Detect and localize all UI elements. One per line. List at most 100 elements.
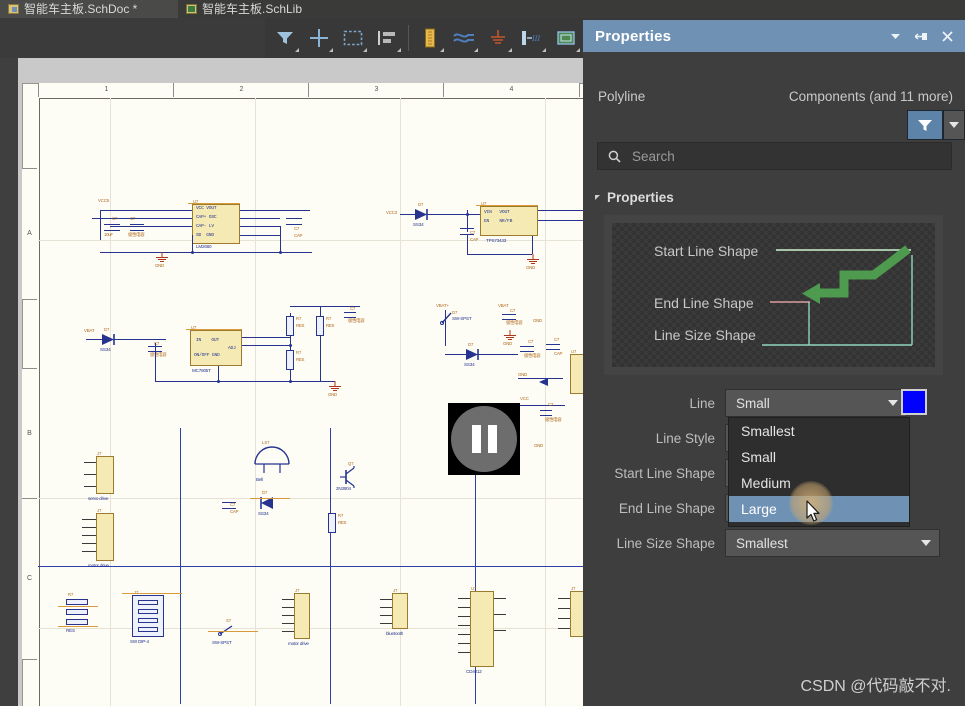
capacitor-plate bbox=[130, 224, 144, 225]
component-outline bbox=[476, 205, 538, 206]
capacitor-plate bbox=[502, 314, 516, 315]
capacitor-plate bbox=[540, 410, 552, 411]
net-label: GND bbox=[503, 341, 512, 346]
component-value: RES bbox=[296, 323, 305, 328]
tab-schlib[interactable]: 智能车主板.SchLib bbox=[178, 0, 338, 18]
component-value: 10uF bbox=[104, 232, 113, 237]
line-size-shape-combo[interactable]: Smallest bbox=[725, 529, 940, 557]
grid-line bbox=[255, 98, 256, 706]
dropdown-option-smallest[interactable]: Smallest bbox=[729, 418, 909, 444]
pin-wire bbox=[282, 623, 294, 624]
dropdown-option-small[interactable]: Small bbox=[729, 444, 909, 470]
place-gnd-tool-button[interactable] bbox=[481, 21, 515, 55]
dropdown-menu-icon[interactable] bbox=[890, 32, 901, 40]
filter-button[interactable] bbox=[907, 110, 943, 140]
pin-wire bbox=[282, 607, 294, 608]
filter-tool-button[interactable] bbox=[268, 21, 302, 55]
resistor-body bbox=[66, 619, 88, 625]
wire bbox=[467, 234, 468, 254]
wire bbox=[192, 235, 193, 252]
properties-section-header[interactable]: Properties bbox=[595, 190, 674, 205]
pin-wire bbox=[458, 652, 470, 653]
component-value: RES bbox=[326, 323, 335, 328]
pin-wire bbox=[282, 599, 294, 600]
schematic-canvas[interactable]: 1 2 3 4 A B C VCC5 VCC VOUT CAP+ OSC CAP… bbox=[0, 58, 583, 706]
pause-icon bbox=[451, 406, 517, 472]
resistor-body bbox=[286, 350, 294, 370]
pin-wire bbox=[558, 628, 570, 629]
component-name: RES bbox=[66, 628, 75, 633]
shape-preview-container: Start Line Shape End Line Shape Line Siz… bbox=[604, 215, 943, 375]
dipswitch-lever bbox=[138, 609, 158, 614]
search-input[interactable] bbox=[630, 147, 934, 165]
net-label: GND bbox=[518, 372, 527, 377]
line-width-combo[interactable]: Small bbox=[725, 389, 907, 417]
capacitor-plate bbox=[460, 228, 474, 229]
bell-symbol bbox=[253, 444, 291, 479]
component-outline bbox=[188, 203, 240, 204]
collapse-triangle-icon bbox=[595, 195, 600, 200]
pin-wire bbox=[558, 598, 570, 599]
net-label: GND bbox=[534, 443, 543, 448]
dipswitch-lever bbox=[138, 600, 158, 605]
chevron-down-icon bbox=[295, 48, 299, 52]
pin-wire bbox=[82, 535, 96, 536]
place-wire-tool-button[interactable] bbox=[447, 21, 481, 55]
pin-wire bbox=[458, 616, 470, 617]
document-tab-bar: 智能车主板.SchDoc * 智能车主板.SchLib bbox=[0, 0, 965, 18]
crosshair-tool-button[interactable] bbox=[302, 21, 336, 55]
connector-body bbox=[96, 513, 114, 561]
pin-panel-icon[interactable] bbox=[915, 31, 928, 42]
net-label: VCC5 bbox=[98, 198, 109, 203]
component-value: CAP bbox=[470, 237, 479, 242]
gnd-symbol bbox=[328, 381, 342, 391]
wire bbox=[86, 339, 166, 340]
net-label: VCC3 bbox=[386, 210, 397, 215]
component-outline bbox=[208, 631, 258, 632]
component-name: LM2660 bbox=[196, 244, 212, 249]
properties-panel: Properties Polyline Components (and 11 m… bbox=[583, 20, 965, 706]
properties-panel-header: Properties bbox=[583, 20, 965, 52]
chevron-down-icon[interactable] bbox=[913, 530, 939, 556]
component-name: SW DIP-4 bbox=[130, 639, 149, 644]
close-panel-icon[interactable] bbox=[942, 30, 953, 42]
wire bbox=[478, 354, 518, 355]
capacitor-plate bbox=[546, 349, 560, 350]
pin-wire bbox=[84, 474, 96, 475]
filter-dropdown-button[interactable] bbox=[943, 110, 965, 140]
ic-pin-label: VCC VOUT bbox=[196, 206, 217, 211]
gnd-symbol bbox=[526, 254, 540, 264]
component-name: TPS73433 bbox=[486, 238, 507, 243]
component-value: C7 bbox=[554, 337, 560, 342]
component-name: motor drive bbox=[88, 563, 109, 568]
place-sheet-symbol-tool-button[interactable] bbox=[549, 21, 583, 55]
place-wire-icon bbox=[453, 33, 474, 43]
search-box[interactable] bbox=[597, 142, 952, 170]
chevron-down-icon bbox=[363, 48, 367, 52]
net-label: VBAT bbox=[498, 303, 509, 308]
place-net-label-tool-button[interactable]: III bbox=[515, 21, 549, 55]
line-color-swatch[interactable] bbox=[901, 389, 927, 415]
chevron-down-icon bbox=[542, 48, 546, 52]
wire bbox=[100, 210, 101, 240]
capacitor-plate bbox=[540, 415, 552, 416]
chevron-down-icon bbox=[576, 48, 580, 52]
select-area-tool-button[interactable] bbox=[336, 21, 370, 55]
tab-schdoc[interactable]: 智能车主板.SchDoc * bbox=[0, 0, 178, 18]
place-component-tool-button[interactable] bbox=[413, 21, 447, 55]
component-value: 极性电容 bbox=[348, 318, 365, 323]
wire-junction bbox=[289, 344, 292, 347]
toolbar-button-group: III bbox=[268, 18, 617, 58]
wire bbox=[100, 210, 192, 211]
net-label: VBAT+ bbox=[436, 303, 449, 308]
component-value: 极性电容 bbox=[150, 352, 167, 357]
pause-button[interactable] bbox=[448, 403, 520, 475]
grid-line bbox=[545, 98, 546, 706]
component-value: 极性电容 bbox=[545, 417, 562, 422]
align-tool-button[interactable] bbox=[370, 21, 404, 55]
component-designator: R7 bbox=[296, 316, 302, 321]
pin-wire bbox=[82, 543, 96, 544]
object-scope-label: Components (and 11 more) bbox=[788, 88, 953, 104]
wire bbox=[155, 343, 156, 381]
chevron-down-icon bbox=[440, 48, 444, 52]
